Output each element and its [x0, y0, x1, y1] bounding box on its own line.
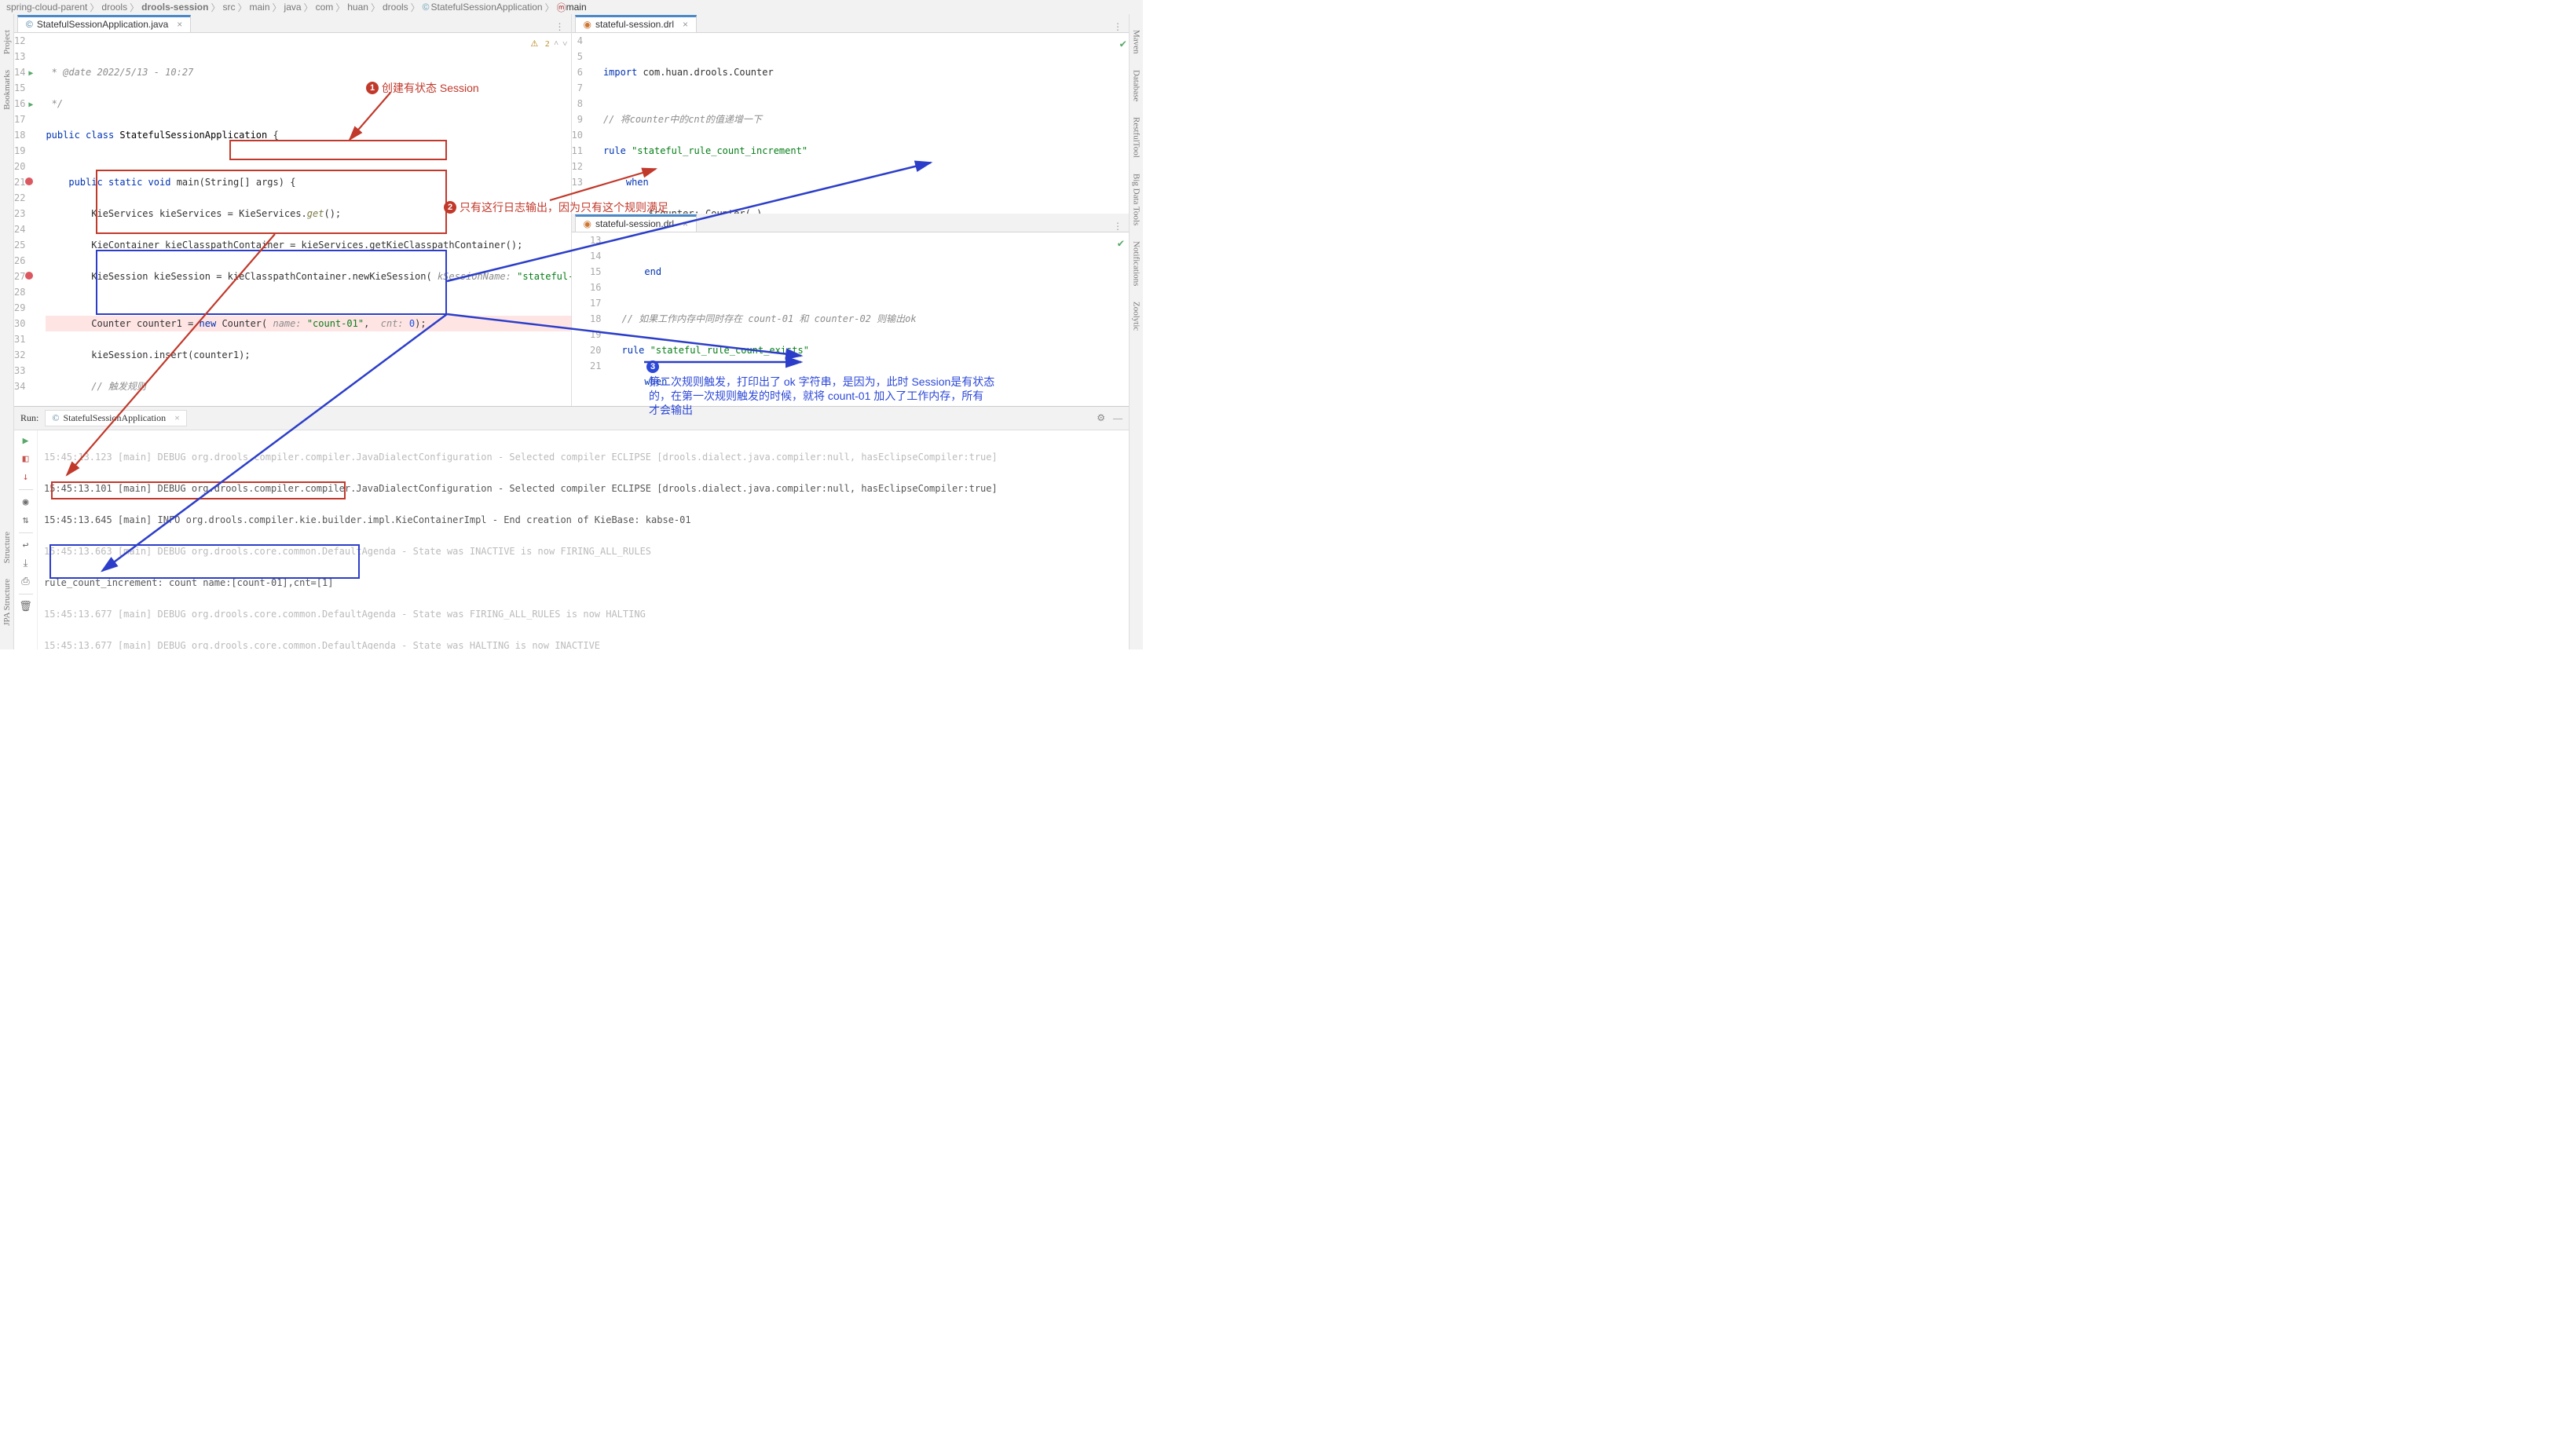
rail-bigdata[interactable]: Big Data Tools — [1132, 174, 1141, 225]
close-icon[interactable]: × — [174, 412, 180, 424]
tab-more-icon[interactable]: ⋮ — [1113, 221, 1122, 232]
run-label: Run: — [20, 412, 38, 424]
rerun-icon[interactable]: ▶ — [23, 435, 29, 447]
scroll-icon[interactable]: ⤓ — [24, 558, 28, 569]
tab-more-icon[interactable]: ⋮ — [555, 21, 565, 32]
right-top-tabs: ◉ stateful-session.drl × ⋮ — [572, 14, 1130, 33]
rail-zoolytic[interactable]: Zoolytic — [1132, 302, 1141, 331]
down-icon[interactable]: ↓ — [23, 471, 29, 483]
tab-drl-top[interactable]: ◉ stateful-session.drl × — [575, 15, 698, 32]
left-tool-rail: Project Bookmarks Structure JPA Structur… — [0, 14, 14, 649]
run-panel: Run: © StatefulSessionApplication × ⚙ — … — [14, 406, 1129, 649]
right-top-gutter: 4 5 6 7 8 9 10 11 12 13 — [572, 33, 588, 214]
close-icon[interactable]: × — [177, 19, 182, 30]
gear-icon[interactable]: ⚙ — [1097, 412, 1105, 424]
close-icon[interactable]: × — [683, 218, 688, 229]
stop-icon[interactable]: ◧ — [23, 453, 29, 465]
java-icon: © — [52, 412, 59, 424]
annotation-1: 1 创建有状态 Session — [366, 80, 479, 96]
left-code[interactable]: 12 13 14▶ 15 16▶ 17 18 19 20 21 22 23 24… — [14, 33, 571, 406]
rail-structure[interactable]: Structure — [2, 532, 12, 563]
warning-badge[interactable]: ⚠ 2 ^ ˅ — [530, 36, 567, 52]
rail-notifications[interactable]: Notifications — [1132, 241, 1141, 286]
rail-jpa[interactable]: JPA Structure — [2, 579, 12, 626]
annotation-3: 3 第二次规则触发，打印出了 ok 字符串，是因为，此时 Session是有状态… — [649, 375, 994, 417]
tab-stateful-app[interactable]: © StatefulSessionApplication.java × — [17, 15, 191, 32]
console-output[interactable]: 15:45:13.123 [main] DEBUG org.drools.com… — [38, 430, 1129, 649]
rail-project[interactable]: Project — [2, 30, 12, 54]
trash-icon[interactable]: 🗑 — [19, 601, 32, 613]
rail-restful[interactable]: RestfulTool — [1132, 117, 1141, 158]
print-icon[interactable]: ⎙ — [21, 576, 29, 587]
check-icon: ✔ — [1119, 36, 1126, 52]
right-tool-rail: Maven Database RestfulTool Big Data Tool… — [1129, 14, 1143, 649]
tab-drl-bottom[interactable]: ◉ stateful-session.drl × — [575, 214, 698, 232]
close-icon[interactable]: × — [683, 19, 688, 30]
rail-database[interactable]: Database — [1132, 70, 1141, 101]
drl-icon: ◉ — [584, 19, 591, 30]
right-bottom-tabs: ◉ stateful-session.drl × ⋮ — [572, 214, 1130, 232]
left-tabs: © StatefulSessionApplication.java × ⋮ — [14, 14, 571, 33]
right-bottom-gutter: 13 14 15 16 17 18 19 20 21 — [572, 232, 606, 406]
expand-icon[interactable]: ⇅ — [23, 514, 29, 526]
annotation-2: 2 只有这行日志输出，因为只有这个规则满足 — [444, 199, 668, 215]
tab-more-icon[interactable]: ⋮ — [1113, 21, 1122, 32]
check-icon: ✔ — [1118, 236, 1124, 251]
left-gutter: 12 13 14▶ 15 16▶ 17 18 19 20 21 22 23 24… — [14, 33, 30, 406]
rail-bookmarks[interactable]: Bookmarks — [2, 70, 12, 110]
breadcrumb[interactable]: spring-cloud-parent〉 drools〉 drools-sess… — [0, 0, 1143, 14]
camera-icon[interactable]: ◉ — [23, 496, 29, 508]
rail-maven[interactable]: Maven — [1132, 30, 1141, 54]
drl-icon: ◉ — [584, 218, 591, 229]
wrap-icon[interactable]: ↩ — [23, 540, 29, 551]
java-icon: © — [26, 19, 33, 30]
right-top-code[interactable]: 4 5 6 7 8 9 10 11 12 13 ✔ import com.hua… — [572, 33, 1130, 214]
run-toolbar: ▶ ◧ ↓ ◉ ⇅ ↩ ⤓ ⎙ 🗑 — [14, 430, 38, 649]
run-tab[interactable]: © StatefulSessionApplication × — [45, 410, 187, 426]
minimize-icon[interactable]: — — [1113, 412, 1122, 424]
